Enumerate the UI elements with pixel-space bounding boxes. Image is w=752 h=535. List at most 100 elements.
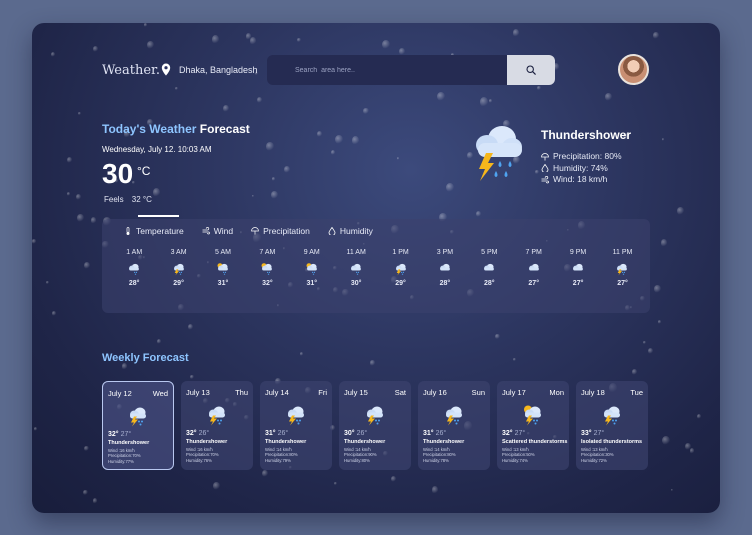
weekly-forecast-title: Weekly Forecast (102, 352, 189, 364)
tab-label: Temperature (136, 226, 184, 236)
day-date: July 16 (423, 388, 447, 397)
wind-stat: Wind: 18 km/h (541, 174, 622, 186)
day-condition: Scattered thunderstorms (502, 439, 568, 445)
day-card[interactable]: July 12 Wed 32° 27° Thundershower Wind :1… (102, 381, 174, 470)
hour-time: 9 PM (569, 249, 587, 256)
day-details: Wind :16 km/h Precipitation:70% Humidity… (108, 448, 168, 464)
day-card[interactable]: July 18 Tue 33° 27° Isolated thunderstorm… (576, 381, 648, 470)
day-high: 33° (581, 430, 592, 437)
hour-time: 1 PM (392, 249, 409, 256)
day-name: Sun (471, 388, 485, 397)
droplet-icon (541, 164, 549, 173)
day-card-header: July 17 Mon (502, 388, 564, 397)
day-card-header: July 13 Thu (186, 388, 248, 397)
day-card-header: July 18 Tue (581, 388, 643, 397)
tab-temperature[interactable]: Temperature (124, 226, 184, 236)
day-condition: Thundershower (423, 439, 465, 445)
day-card[interactable]: July 16 Sun 31° 26° Thundershower Wind :1… (418, 381, 490, 470)
tab-wind[interactable]: Wind (202, 226, 233, 236)
day-temps: 30° 26° (344, 430, 406, 437)
umbrella-icon (541, 152, 549, 161)
hour-temp: 28° (484, 280, 495, 287)
humidity-value: Humidity: 74% (553, 162, 608, 173)
feels-like: Feels 32 °C (104, 195, 152, 204)
hour-time: 5 PM (481, 249, 498, 256)
day-temps: 31° 26° (423, 430, 485, 437)
hour-time: 11 AM (346, 249, 366, 256)
app-window: Weather. Dhaka, Bangladesh Today's Weath… (32, 23, 720, 513)
day-card[interactable]: July 15 Sat 30° 26° Thundershower Wind :1… (339, 381, 411, 470)
day-temps: 32° 27° (108, 431, 168, 438)
hour-temp: 30° (350, 280, 362, 287)
day-details: Wind :14 km/h Precipitation:80% Humidity… (423, 447, 485, 463)
hourly-list: 1 AM 28° 3 AM 29° 5 AM 31° 7 AM 32° 9 AM 31°… (112, 249, 645, 287)
day-card-header: July 16 Sun (423, 388, 485, 397)
location-label: Dhaka, Bangladesh (179, 64, 258, 75)
hour-item: 3 PM 28° (423, 249, 467, 287)
day-date: July 14 (265, 388, 289, 397)
hour-temp: 28° (439, 280, 451, 287)
partly-cloudy-thunder-icon (522, 403, 544, 427)
day-condition: Thundershower (108, 440, 150, 446)
search-input[interactable] (267, 55, 507, 85)
feels-label: Feels (104, 195, 124, 204)
tab-humidity[interactable]: Humidity (328, 226, 373, 236)
hour-time: 11 PM (612, 249, 633, 256)
day-card[interactable]: July 17 Mon 32° 27° Scattered thunderstor… (497, 381, 569, 470)
day-low: 27° (514, 430, 526, 437)
day-high: 32° (502, 430, 513, 437)
hour-temp: 31° (217, 280, 229, 287)
hour-item: 1 PM 29° (378, 249, 422, 287)
hour-item: 7 PM 27° (512, 249, 556, 287)
user-avatar[interactable] (618, 54, 649, 85)
day-date: July 15 (344, 388, 368, 397)
day-card[interactable]: July 14 Fri 31° 26° Thundershower Wind :1… (260, 381, 332, 470)
hour-temp: 32° (262, 280, 273, 287)
hour-time: 3 PM (436, 249, 454, 256)
location[interactable]: Dhaka, Bangladesh (161, 63, 258, 76)
today-title-rest: Forecast (199, 122, 250, 136)
hour-item: 11 AM 30° (334, 249, 378, 287)
day-humidity: Humidity:72% (581, 457, 607, 463)
day-low: 27° (120, 431, 132, 438)
current-temperature: 30 (102, 158, 134, 189)
day-condition: Thundershower (265, 439, 307, 445)
search-button[interactable] (507, 55, 555, 85)
thunder-rain-icon (614, 262, 630, 276)
hour-item: 9 AM 31° (290, 249, 334, 287)
day-details: Wind :16 km/h Precipitation:70% Humidity… (186, 447, 248, 463)
hour-temp: 29° (173, 280, 184, 287)
wind-icon (541, 175, 549, 184)
hour-item: 5 PM 28° (467, 249, 511, 287)
day-card[interactable]: July 13 Thu 32° 26° Thundershower Wind :1… (181, 381, 253, 470)
partly-cloudy-rain-icon (304, 262, 320, 276)
thunder-rain-icon (127, 404, 149, 428)
day-low: 27° (593, 430, 605, 437)
day-date: July 12 (108, 389, 132, 398)
hour-temp: 29° (395, 280, 406, 287)
search-bar (267, 55, 555, 85)
hour-temp: 27° (572, 280, 584, 287)
today-title-highlight: Today's Weather (102, 122, 197, 136)
hour-temp: 27° (528, 280, 539, 287)
hour-time: 7 AM (259, 249, 276, 256)
brand-logo: Weather. (102, 63, 160, 78)
temperature-unit: °C (137, 164, 151, 178)
day-name: Wed (152, 389, 168, 398)
umbrella-icon (251, 227, 259, 235)
partly-cloudy-rain-icon (259, 262, 275, 276)
day-details: Wind :14 km/h Precipitation:80% Humidity… (265, 447, 327, 463)
tab-precipitation[interactable]: Precipitation (251, 226, 310, 236)
tab-label: Humidity (339, 226, 373, 236)
day-name: Fri (318, 388, 327, 397)
day-humidity: Humidity:77% (108, 458, 134, 464)
thunder-rain-icon (476, 126, 522, 181)
day-name: Mon (549, 388, 564, 397)
day-temps: 33° 27° (581, 430, 643, 437)
thunder-rain-icon (601, 403, 623, 427)
day-low: 26° (356, 430, 368, 437)
humidity-stat: Humidity: 74% (541, 163, 622, 175)
day-temps: 31° 26° (265, 430, 327, 437)
day-temps: 32° 26° (186, 430, 248, 437)
day-details: Wind :13 km/h Precipitation:30% Humidity… (581, 447, 643, 463)
